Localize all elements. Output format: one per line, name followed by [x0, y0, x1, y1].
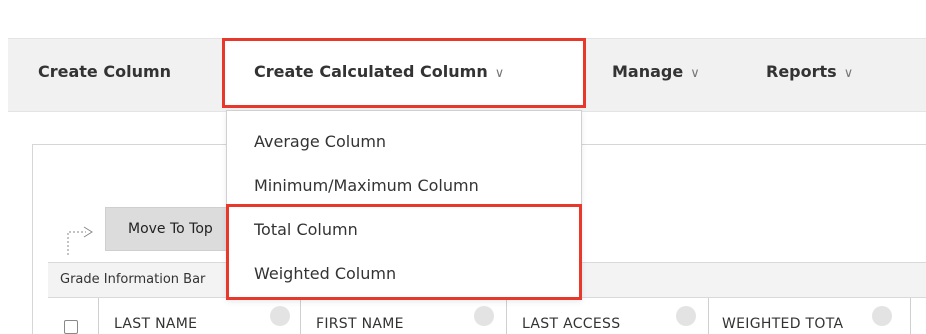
grade-information-label: Grade Information Bar [60, 272, 206, 287]
column-divider [708, 298, 709, 334]
column-divider [98, 298, 99, 334]
create-calculated-column-menu[interactable]: Create Calculated Column ∨ [254, 62, 504, 81]
move-to-top-button[interactable]: Move To Top [105, 207, 233, 251]
column-divider [910, 298, 911, 334]
move-to-top-label: Move To Top [128, 221, 213, 237]
chevron-down-icon: ∨ [690, 66, 700, 81]
column-header-last-access[interactable]: LAST ACCESS [522, 316, 620, 332]
select-all-checkbox[interactable] [64, 320, 78, 334]
chevron-down-icon: ∨ [843, 66, 854, 81]
menu-item-average-column[interactable]: Average Column [254, 132, 386, 151]
create-column-button[interactable]: Create Column [38, 62, 171, 81]
column-divider [300, 298, 301, 334]
column-header-weighted-total[interactable]: WEIGHTED TOTA [722, 316, 843, 332]
move-arrow-icon [67, 226, 93, 255]
menu-item-minimum-maximum-column[interactable]: Minimum/Maximum Column [254, 176, 479, 195]
manage-menu[interactable]: Manage ∨ [612, 62, 700, 81]
manage-label: Manage [612, 62, 684, 81]
chevron-down-icon: ∨ [494, 66, 505, 81]
column-menu-icon[interactable] [474, 306, 494, 326]
column-menu-icon[interactable] [676, 306, 696, 326]
column-divider [506, 298, 507, 334]
highlight-box-total-weighted [226, 204, 582, 300]
column-menu-icon[interactable] [872, 306, 892, 326]
column-header-last-name[interactable]: LAST NAME [114, 316, 197, 332]
create-column-label: Create Column [38, 62, 172, 81]
reports-label: Reports [766, 62, 837, 81]
column-header-first-name[interactable]: FIRST NAME [316, 316, 404, 332]
create-calculated-column-label: Create Calculated Column [254, 62, 488, 81]
column-menu-icon[interactable] [270, 306, 290, 326]
reports-menu[interactable]: Reports ∨ [766, 62, 853, 81]
